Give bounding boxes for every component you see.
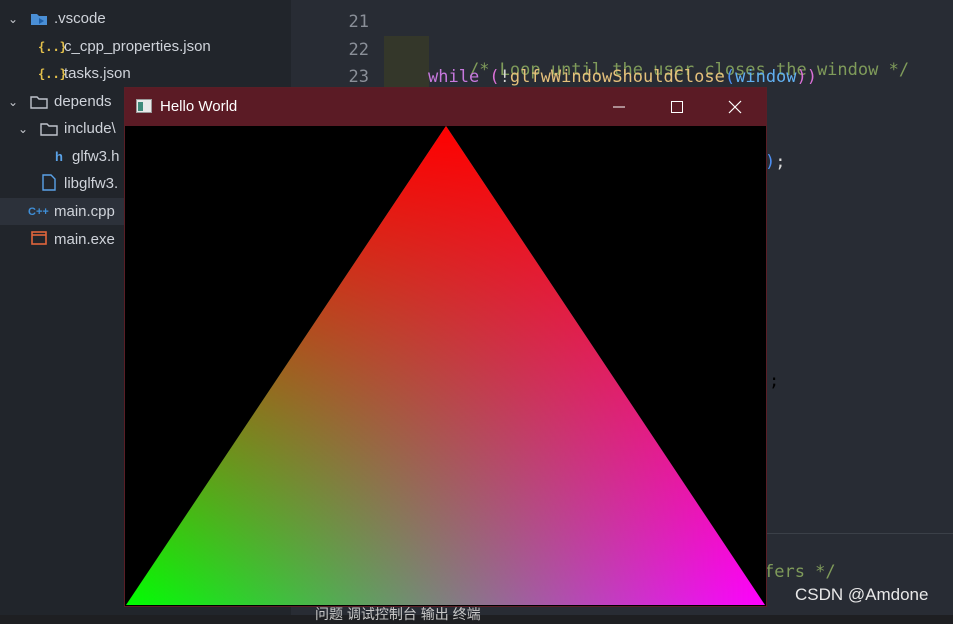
folder-icon — [40, 122, 58, 136]
triangle — [126, 126, 765, 605]
tree-label: .vscode — [54, 10, 106, 27]
tree-label: c_cpp_properties.json — [64, 38, 211, 55]
bottom-panel-tabs[interactable]: 问题 调试控制台 输出 终端 — [315, 604, 481, 624]
tree-label: main.cpp — [54, 203, 115, 220]
keyword: while — [428, 67, 480, 87]
folder-icon — [30, 95, 48, 109]
watermark: CSDN @Amdone — [795, 585, 929, 604]
chevron-down-icon: ⌄ — [7, 94, 19, 109]
current-line-highlight — [384, 36, 429, 88]
tree-file-tasks[interactable]: {..} tasks.json — [0, 60, 329, 87]
minimize-icon — [613, 106, 625, 108]
maximize-icon — [671, 101, 683, 113]
chevron-down-icon: ⌄ — [7, 11, 19, 26]
function-name: glfwWindowShouldClose — [509, 67, 725, 87]
window-titlebar[interactable]: Hello World — [125, 88, 766, 126]
punctuation: ; — [775, 152, 786, 172]
tree-label: depends — [54, 93, 112, 110]
close-icon — [728, 100, 742, 114]
code-fragment: ; — [769, 371, 780, 391]
tree-label: main.exe — [54, 231, 115, 248]
code-fragment: ); — [765, 152, 786, 172]
maximize-button[interactable] — [648, 88, 706, 126]
line-number: 21 — [348, 12, 369, 32]
chevron-down-icon: ⌄ — [17, 121, 29, 136]
tree-label: include\ — [64, 120, 116, 137]
file-icon — [40, 173, 58, 194]
window-title: Hello World — [160, 98, 238, 115]
cpp-file-icon: C++ — [28, 205, 49, 218]
paren: ) — [765, 152, 776, 172]
rgb-triangle-render — [126, 126, 765, 605]
tree-folder-vscode[interactable]: ⌄ .vscode — [0, 5, 297, 32]
minimize-button[interactable] — [590, 88, 648, 126]
tree-file-c-cpp-properties[interactable]: {..} c_cpp_properties.json — [0, 33, 329, 60]
tree-label: libglfw3. — [64, 175, 119, 192]
json-file-icon: {..} — [38, 39, 67, 54]
operator: ! — [499, 67, 510, 87]
tree-label: tasks.json — [64, 65, 131, 82]
code-line-23: while (!glfwWindowShouldClose(window)) — [428, 67, 817, 87]
line-number: 23 — [348, 67, 369, 87]
paren: )) — [796, 67, 818, 87]
exe-file-icon — [30, 231, 48, 248]
json-file-icon: {..} — [38, 66, 67, 81]
tree-label: glfw3.h — [72, 148, 120, 165]
paren: ( — [724, 67, 736, 87]
line-number: 22 — [348, 40, 369, 60]
paren: ( — [479, 67, 500, 87]
close-button[interactable] — [706, 88, 764, 126]
glfw-window[interactable]: Hello World — [125, 88, 766, 606]
app-window-icon — [136, 99, 152, 113]
vscode-folder-icon — [30, 12, 48, 26]
identifier: window — [735, 67, 797, 87]
header-file-icon: h — [55, 149, 63, 164]
code-fragment-comment: fers */ — [764, 562, 836, 582]
opengl-canvas[interactable] — [126, 126, 765, 605]
